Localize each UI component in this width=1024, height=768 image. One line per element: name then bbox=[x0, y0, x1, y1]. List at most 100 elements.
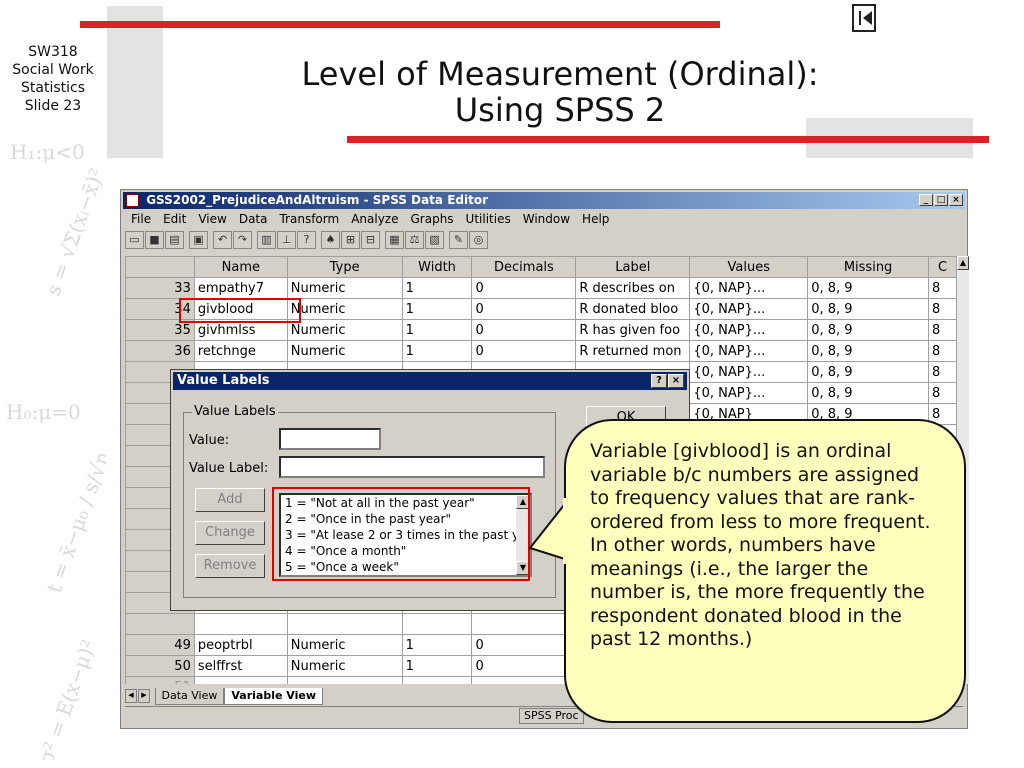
cell-decimals[interactable]: 0 bbox=[471, 319, 577, 341]
cell-type[interactable]: Numeric bbox=[286, 340, 403, 362]
maximize-button[interactable]: □ bbox=[934, 194, 948, 206]
cell-values[interactable]: {0, NAP}... bbox=[689, 361, 809, 383]
cell-decimals[interactable]: 0 bbox=[471, 634, 577, 656]
cell-width[interactable] bbox=[401, 613, 473, 635]
col-header-width[interactable]: Width bbox=[401, 256, 473, 278]
row-number[interactable]: 36 bbox=[125, 340, 195, 362]
cell-width[interactable]: 1 bbox=[401, 319, 473, 341]
dialog-close-button[interactable]: × bbox=[668, 374, 684, 388]
minimize-button[interactable]: _ bbox=[919, 194, 933, 206]
cell-missing[interactable]: 0, 8, 9 bbox=[807, 298, 929, 320]
cell-type[interactable]: Numeric bbox=[286, 319, 403, 341]
cell-columns[interactable]: 8 bbox=[927, 361, 957, 383]
menu-edit[interactable]: Edit bbox=[163, 212, 186, 226]
cell-type[interactable]: Numeric bbox=[286, 277, 403, 299]
cell-type[interactable]: Numeric bbox=[286, 655, 403, 677]
cell-decimals[interactable] bbox=[471, 676, 577, 684]
cell-decimals[interactable]: 0 bbox=[471, 655, 577, 677]
cell-name[interactable] bbox=[193, 676, 288, 684]
cell-width[interactable]: 1 bbox=[401, 340, 473, 362]
redo-icon[interactable]: ↷ bbox=[233, 231, 252, 249]
menu-analyze[interactable]: Analyze bbox=[351, 212, 398, 226]
cell-type[interactable] bbox=[286, 676, 403, 684]
cell-decimals[interactable]: 0 bbox=[471, 340, 577, 362]
col-header-values[interactable]: Values bbox=[689, 256, 809, 278]
weight-cases-icon[interactable]: ⚖ bbox=[405, 231, 424, 249]
scroll-up-icon[interactable]: ▲ bbox=[957, 256, 969, 270]
cell-width[interactable]: 1 bbox=[401, 298, 473, 320]
print-icon[interactable]: ▤ bbox=[165, 231, 184, 249]
menu-transform[interactable]: Transform bbox=[279, 212, 339, 226]
tab-scroll-left-icon[interactable]: ◀ bbox=[125, 689, 137, 703]
dialog-help-button[interactable]: ? bbox=[651, 374, 667, 388]
col-header-columns[interactable]: C bbox=[927, 256, 957, 278]
menu-utilities[interactable]: Utilities bbox=[466, 212, 511, 226]
col-header-type[interactable]: Type bbox=[286, 256, 403, 278]
close-button[interactable]: × bbox=[949, 194, 963, 206]
cell-label[interactable]: R donated bloo bbox=[575, 298, 691, 320]
value-label-input[interactable] bbox=[279, 456, 545, 478]
cell-columns[interactable]: 8 bbox=[927, 319, 957, 341]
col-header-label[interactable]: Label bbox=[575, 256, 691, 278]
remove-button[interactable]: Remove bbox=[195, 554, 265, 578]
goto-chart-icon[interactable]: ▥ bbox=[257, 231, 276, 249]
tab-scroll-right-icon[interactable]: ▶ bbox=[138, 689, 150, 703]
cell-values[interactable]: {0, NAP}... bbox=[689, 340, 809, 362]
cell-values[interactable]: {0, NAP}... bbox=[689, 382, 809, 404]
cell-width[interactable] bbox=[401, 676, 473, 684]
cell-name[interactable]: empathy7 bbox=[193, 277, 288, 299]
insert-variable-icon[interactable]: ⊟ bbox=[361, 231, 380, 249]
cell-values[interactable]: {0, NAP}... bbox=[689, 319, 809, 341]
tab-variable-view[interactable]: Variable View bbox=[224, 688, 323, 705]
row-number[interactable]: 50 bbox=[125, 655, 195, 677]
dialog-recall-icon[interactable]: ▣ bbox=[189, 231, 208, 249]
value-labels-icon[interactable]: ✎ bbox=[449, 231, 468, 249]
cell-type[interactable]: Numeric bbox=[286, 634, 403, 656]
value-input[interactable] bbox=[279, 428, 381, 450]
cell-label[interactable]: R returned mon bbox=[575, 340, 691, 362]
cell-name[interactable]: peoptrbl bbox=[193, 634, 288, 656]
menu-window[interactable]: Window bbox=[523, 212, 570, 226]
open-icon[interactable]: ▭ bbox=[125, 231, 144, 249]
goto-case-icon[interactable]: ⊥ bbox=[277, 231, 296, 249]
cell-decimals[interactable] bbox=[471, 613, 577, 635]
find-icon[interactable]: ♠ bbox=[321, 231, 340, 249]
row-number[interactable]: 51 bbox=[125, 676, 195, 684]
col-header-decimals[interactable]: Decimals bbox=[471, 256, 577, 278]
cell-label[interactable]: R describes on bbox=[575, 277, 691, 299]
cell-missing[interactable]: 0, 8, 9 bbox=[807, 382, 929, 404]
cell-columns[interactable]: 8 bbox=[927, 382, 957, 404]
menu-data[interactable]: Data bbox=[239, 212, 268, 226]
cell-missing[interactable]: 0, 8, 9 bbox=[807, 277, 929, 299]
cell-decimals[interactable]: 0 bbox=[471, 277, 577, 299]
cell-name[interactable] bbox=[193, 613, 288, 635]
back-to-start-icon[interactable] bbox=[852, 4, 876, 32]
variables-icon[interactable]: ? bbox=[297, 231, 316, 249]
undo-icon[interactable]: ↶ bbox=[213, 231, 232, 249]
cell-width[interactable]: 1 bbox=[401, 634, 473, 656]
cell-type[interactable]: Numeric bbox=[286, 298, 403, 320]
insert-case-icon[interactable]: ⊞ bbox=[341, 231, 360, 249]
row-number[interactable] bbox=[125, 613, 195, 635]
cell-decimals[interactable]: 0 bbox=[471, 298, 577, 320]
cell-label[interactable]: R has given foo bbox=[575, 319, 691, 341]
col-header-missing[interactable]: Missing bbox=[807, 256, 929, 278]
add-button[interactable]: Add bbox=[195, 488, 265, 512]
cell-type[interactable] bbox=[286, 613, 403, 635]
cell-width[interactable]: 1 bbox=[401, 277, 473, 299]
cell-name[interactable]: selffrst bbox=[193, 655, 288, 677]
row-number[interactable]: 33 bbox=[125, 277, 195, 299]
menu-file[interactable]: File bbox=[131, 212, 151, 226]
cell-columns[interactable]: 8 bbox=[927, 277, 957, 299]
cell-columns[interactable]: 8 bbox=[927, 340, 957, 362]
tab-data-view[interactable]: Data View bbox=[154, 688, 225, 705]
cell-missing[interactable]: 0, 8, 9 bbox=[807, 319, 929, 341]
change-button[interactable]: Change bbox=[195, 521, 265, 545]
row-number[interactable]: 49 bbox=[125, 634, 195, 656]
use-sets-icon[interactable]: ◎ bbox=[469, 231, 488, 249]
cell-columns[interactable]: 8 bbox=[927, 298, 957, 320]
cell-missing[interactable]: 0, 8, 9 bbox=[807, 340, 929, 362]
cell-values[interactable]: {0, NAP}... bbox=[689, 298, 809, 320]
col-header-name[interactable]: Name bbox=[193, 256, 288, 278]
split-file-icon[interactable]: ▦ bbox=[385, 231, 404, 249]
